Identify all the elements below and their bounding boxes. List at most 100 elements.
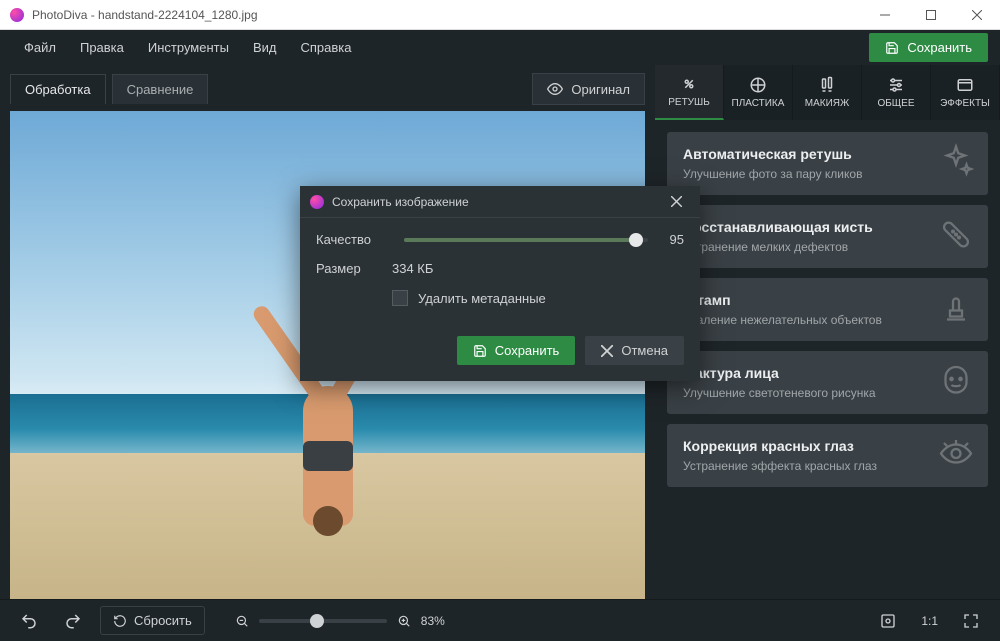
size-label: Размер	[316, 261, 392, 276]
quality-thumb[interactable]	[629, 233, 643, 247]
dialog-save-button[interactable]: Сохранить	[457, 336, 576, 365]
tab-compare[interactable]: Сравнение	[112, 74, 209, 104]
card-title: Автоматическая ретушь	[683, 146, 972, 162]
minimize-icon	[880, 10, 890, 20]
effects-icon	[956, 76, 974, 94]
dialog-cancel-button[interactable]: Отмена	[585, 336, 684, 365]
card-sub: Улучшение светотеневого рисунка	[683, 386, 972, 400]
original-button[interactable]: Оригинал	[532, 73, 645, 105]
red-eye-icon	[938, 435, 974, 476]
app-icon	[310, 195, 324, 209]
menu-help[interactable]: Справка	[288, 34, 363, 61]
zoom-percent: 83%	[421, 614, 455, 628]
bottom-toolbar: Сбросить 83% 1:1	[0, 599, 1000, 641]
view-tab-row: Обработка Сравнение Оригинал	[10, 73, 645, 105]
card-title: Фактура лица	[683, 365, 972, 381]
save-icon	[885, 41, 899, 55]
tool-tab-label: МАКИЯЖ	[805, 98, 849, 109]
size-row: Размер 334 КБ	[316, 261, 684, 276]
save-icon	[473, 344, 487, 358]
app-icon	[10, 8, 24, 22]
reset-icon	[113, 614, 127, 628]
reset-label: Сбросить	[134, 613, 192, 628]
dialog-footer: Сохранить Отмена	[300, 336, 700, 381]
sparkle-icon	[938, 143, 974, 184]
card-sub: Устранение эффекта красных глаз	[683, 459, 972, 473]
tab-edit[interactable]: Обработка	[10, 74, 106, 104]
card-auto-retouch[interactable]: Автоматическая ретушь Улучшение фото за …	[667, 132, 988, 195]
strip-meta-checkbox[interactable]	[392, 290, 408, 306]
dialog-cancel-label: Отмена	[621, 343, 668, 358]
tool-tabs: РЕТУШЬ ПЛАСТИКА МАКИЯЖ ОБЩЕЕ ЭФФЕКТЫ	[655, 65, 1000, 120]
card-red-eye[interactable]: Коррекция красных глаз Устранение эффект…	[667, 424, 988, 487]
tool-tab-label: РЕТУШЬ	[668, 97, 710, 108]
zoom-slider[interactable]	[259, 619, 387, 623]
fit-icon	[880, 613, 896, 629]
menu-file[interactable]: Файл	[12, 34, 68, 61]
maximize-button[interactable]	[908, 0, 954, 29]
card-title: Восстанавливающая кисть	[683, 219, 972, 235]
tool-tab-label: ЭФФЕКТЫ	[940, 98, 990, 109]
size-value: 334 КБ	[392, 261, 433, 276]
close-icon	[972, 10, 982, 20]
menubar: Файл Правка Инструменты Вид Справка Сохр…	[0, 30, 1000, 65]
menu-view[interactable]: Вид	[241, 34, 289, 61]
tool-cards: Автоматическая ретушь Улучшение фото за …	[655, 120, 1000, 499]
zoom-thumb[interactable]	[310, 614, 324, 628]
liquify-icon	[749, 76, 767, 94]
close-button[interactable]	[954, 0, 1000, 29]
close-icon	[671, 196, 682, 207]
card-face-texture[interactable]: Фактура лица Улучшение светотеневого рис…	[667, 351, 988, 414]
strip-meta-label: Удалить метаданные	[418, 291, 546, 306]
dialog-title: Сохранить изображение	[332, 195, 662, 209]
minimize-button[interactable]	[862, 0, 908, 29]
quality-value: 95	[660, 232, 684, 247]
window-titlebar: PhotoDiva - handstand-2224104_1280.jpg	[0, 0, 1000, 30]
quality-fill	[404, 238, 636, 242]
bandage-icon	[938, 216, 974, 257]
dialog-save-label: Сохранить	[495, 343, 560, 358]
reset-button[interactable]: Сбросить	[100, 606, 205, 635]
window-controls	[862, 0, 1000, 29]
tool-tab-effects[interactable]: ЭФФЕКТЫ	[931, 65, 1000, 120]
tool-tab-label: ОБЩЕЕ	[877, 98, 914, 109]
tool-tab-label: ПЛАСТИКА	[732, 98, 785, 109]
strip-meta-row: Удалить метаданные	[392, 290, 684, 306]
eye-icon	[547, 81, 563, 97]
quality-row: Качество 95	[316, 232, 684, 247]
save-dialog: Сохранить изображение Качество 95 Размер…	[300, 186, 700, 381]
card-sub: Удаление нежелательных объектов	[683, 313, 972, 327]
quality-label: Качество	[316, 232, 392, 247]
dialog-header[interactable]: Сохранить изображение	[300, 186, 700, 218]
tool-tab-retouch[interactable]: РЕТУШЬ	[655, 65, 724, 120]
undo-button[interactable]	[12, 606, 46, 636]
redo-button[interactable]	[56, 606, 90, 636]
card-clone-stamp[interactable]: Штамп Удаление нежелательных объектов	[667, 278, 988, 341]
zoom-control: 83%	[235, 614, 455, 628]
zoom-in-icon[interactable]	[397, 614, 411, 628]
face-icon	[938, 362, 974, 403]
fit-window-button[interactable]	[871, 606, 905, 636]
tool-tab-makeup[interactable]: МАКИЯЖ	[793, 65, 862, 120]
retouch-icon	[680, 75, 698, 93]
cancel-icon	[601, 345, 613, 357]
menu-tools[interactable]: Инструменты	[136, 34, 241, 61]
tool-tab-liquify[interactable]: ПЛАСТИКА	[724, 65, 793, 120]
makeup-icon	[818, 76, 836, 94]
card-title: Штамп	[683, 292, 972, 308]
window-title: PhotoDiva - handstand-2224104_1280.jpg	[32, 8, 862, 22]
tool-tab-general[interactable]: ОБЩЕЕ	[862, 65, 931, 120]
fullscreen-button[interactable]	[954, 606, 988, 636]
menu-edit[interactable]: Правка	[68, 34, 136, 61]
undo-icon	[20, 612, 38, 630]
dialog-body: Качество 95 Размер 334 КБ Удалить метада…	[300, 218, 700, 336]
quality-slider[interactable]	[404, 238, 648, 242]
fullscreen-icon	[963, 613, 979, 629]
card-title: Коррекция красных глаз	[683, 438, 972, 454]
dialog-close-button[interactable]	[662, 188, 690, 216]
zoom-out-icon[interactable]	[235, 614, 249, 628]
original-label: Оригинал	[571, 82, 630, 97]
card-healing-brush[interactable]: Восстанавливающая кисть Устранение мелки…	[667, 205, 988, 268]
save-button[interactable]: Сохранить	[869, 33, 988, 62]
zoom-1to1-button[interactable]: 1:1	[915, 606, 944, 636]
